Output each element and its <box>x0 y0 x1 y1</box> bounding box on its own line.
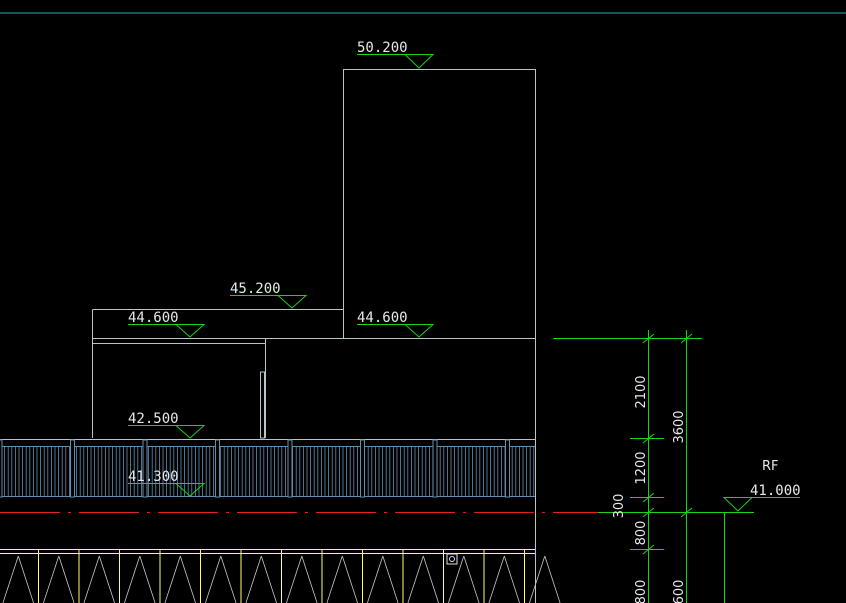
level-inner: 42.500 <box>128 411 206 439</box>
level-text: 50.200 <box>357 40 408 56</box>
level-text: 45.200 <box>230 281 281 297</box>
dim-800: 800 <box>634 521 649 546</box>
dim-300: 300 <box>612 494 627 519</box>
level-text: 44.600 <box>128 310 179 326</box>
level-rf-label: RF <box>762 459 779 474</box>
level-roof-top: 50.200 <box>357 40 435 69</box>
level-text: 41.300 <box>128 469 179 485</box>
elevation-drawing: 50.200 45.200 44.600 44.600 42.500 41.30… <box>0 12 846 603</box>
railing <box>0 439 535 498</box>
dim-bottom-left: 800 <box>634 580 649 603</box>
level-stair-roof-left: 44.600 <box>128 310 206 338</box>
level-text: 41.000 <box>750 483 801 499</box>
frame-marker-dot <box>449 556 455 562</box>
dim-1200: 1200 <box>634 451 649 484</box>
dim-2100: 2100 <box>634 375 649 408</box>
level-railing: 41.300 <box>128 469 206 497</box>
level-parapet-top: 45.200 <box>230 281 308 309</box>
frame-marker <box>446 553 458 565</box>
level-stair-roof-right: 44.600 <box>357 310 435 338</box>
dim-bottom-right: 600 <box>672 580 687 603</box>
level-rf: RF 41.000 <box>722 459 801 512</box>
dimension-chain <box>553 330 754 603</box>
dim-3600: 3600 <box>672 410 687 443</box>
level-text: 42.500 <box>128 411 179 427</box>
lower-frames <box>0 549 561 603</box>
tower-outline <box>343 69 536 339</box>
door-frame <box>260 371 265 439</box>
level-text: 44.600 <box>357 310 408 326</box>
